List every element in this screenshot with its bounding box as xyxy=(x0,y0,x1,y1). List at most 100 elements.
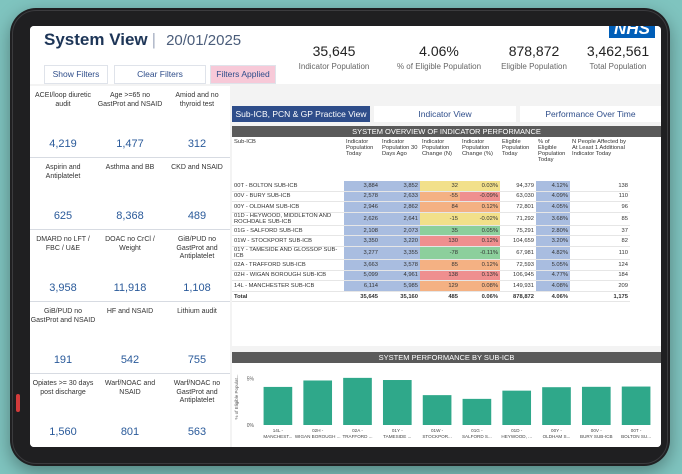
tile-dmard[interactable]: DMARD no LFT / FBC / U&E 3,958 xyxy=(30,236,96,294)
tile-ckd-nsaid[interactable]: CKD and NSAID 489 xyxy=(164,164,230,222)
table-row[interactable]: 02H - WIGAN BOROUGH SUB-ICB 5,099 4,961 138… xyxy=(232,270,630,282)
tile-title: DOAC no CrCl / Weight xyxy=(105,236,155,252)
col-header[interactable]: Indicator Population Change (N) xyxy=(420,137,460,181)
table-cell: 3.68% xyxy=(536,212,570,226)
table-cell: 3.20% xyxy=(536,235,570,247)
col-header[interactable]: Sub-ICB xyxy=(232,137,344,181)
col-header[interactable]: N People Affected by At Least 1 Addition… xyxy=(570,137,630,181)
tab-sub-icb-view[interactable]: Sub-ICB, PCN & GP Practice View xyxy=(232,106,370,122)
table-header-row: Sub-ICB Indicator Population Today Indic… xyxy=(232,137,630,181)
chart-bar[interactable] xyxy=(343,377,372,425)
tile-asthma-bb[interactable]: Asthma and BB 8,368 xyxy=(97,164,163,222)
col-header[interactable]: Indicator Population 30 Days Ago xyxy=(380,137,420,181)
x-tick-label: 01D - xyxy=(511,428,523,433)
tile-gib-antiplatelet[interactable]: GiB/PUD no GastProt and Antiplatelet 1,10… xyxy=(164,236,230,294)
table-cell: 5,985 xyxy=(380,280,420,292)
kpi-label: Indicator Population xyxy=(298,62,370,71)
table-cell: 2,633 xyxy=(380,191,420,203)
x-tick-label: BOLTON SU... xyxy=(621,434,651,439)
tile-aspirin[interactable]: Aspirin and Antiplatelet 625 xyxy=(30,164,96,222)
page-title: System View | 20/01/2025 xyxy=(44,30,241,50)
show-filters-button[interactable]: Show Filters xyxy=(44,65,108,84)
kpi-value: 3,462,561 xyxy=(586,43,650,59)
tile-value: 542 xyxy=(120,354,140,366)
table-cell: 0.08% xyxy=(460,280,500,292)
x-tick-label: WIGAN BOROUGH ... xyxy=(295,434,341,439)
y-axis-label: % of Eligible Populat... xyxy=(234,374,239,419)
table-cell: 0.13% xyxy=(460,270,500,282)
table-cell: 96 xyxy=(570,201,630,213)
tile-value: 801 xyxy=(120,426,140,438)
table-cell: 138 xyxy=(420,270,460,282)
table-cell: 4.08% xyxy=(536,280,570,292)
table-row[interactable]: 00V - BURY SUB-ICB 2,578 2,633 -55 -0.09% 63,… xyxy=(232,191,630,203)
x-tick-label: 02A - xyxy=(352,428,363,433)
tab-indicator-view[interactable]: Indicator View xyxy=(374,106,516,122)
tile-doac[interactable]: DOAC no CrCl / Weight 11,918 xyxy=(97,236,163,294)
table-cell: -78 xyxy=(420,246,460,260)
chart-bar[interactable] xyxy=(502,390,532,425)
tile-value: 625 xyxy=(53,210,73,222)
col-header[interactable]: % of Eligible Population Today xyxy=(536,137,570,181)
table-cell: 3,277 xyxy=(344,246,380,260)
table-row[interactable]: 14L - MANCHESTER SUB-ICB 6,114 5,985 129 0.0… xyxy=(232,280,630,292)
tile-value: 3,958 xyxy=(49,282,77,294)
tile-warf-antiplatelet[interactable]: Warf/NOAC no GastProt and Antiplatelet 56… xyxy=(164,380,230,438)
tile-warf-nsaid[interactable]: Warf/NOAC and NSAID 801 xyxy=(97,380,163,438)
table-cell: 110 xyxy=(570,191,630,203)
tile-lithium[interactable]: Lithium audit 755 xyxy=(164,308,230,366)
table-cell: 3,350 xyxy=(344,235,380,247)
table-cell: 149,931 xyxy=(500,280,536,292)
tile-gib-nsaid[interactable]: GiB/PUD no GastProt and NSAID 191 xyxy=(30,308,96,366)
table-row[interactable]: 00T - BOLTON SUB-ICB 3,884 3,852 32 0.03% 94,… xyxy=(232,181,630,192)
kpi-total-population: 3,462,561 Total Population xyxy=(578,43,658,71)
chart-bar[interactable] xyxy=(621,386,651,425)
table-cell: 4.12% xyxy=(536,181,570,192)
filters-applied-badge[interactable]: Filters Applied xyxy=(210,65,276,84)
x-tick-label: 00V - xyxy=(591,428,602,433)
table-cell: 2,626 xyxy=(344,212,380,226)
table-row[interactable]: 02A - TRAFFORD SUB-ICB 3,663 3,578 85 0.12% 7… xyxy=(232,259,630,271)
table-cell: 2,578 xyxy=(344,191,380,203)
row-label: 02A - TRAFFORD SUB-ICB xyxy=(232,259,344,271)
table-cell: 94,379 xyxy=(500,181,536,192)
total-cell: 485 xyxy=(420,290,460,303)
chart-bar[interactable] xyxy=(303,380,333,425)
clear-filters-button[interactable]: Clear Filters xyxy=(114,65,206,84)
chart-bar[interactable] xyxy=(422,395,452,425)
chart-bar[interactable] xyxy=(581,386,611,425)
table-cell: 138 xyxy=(570,181,630,192)
bar-chart: % of Eligible Populat... 5% 0% 14L -MANCHES… xyxy=(234,374,651,439)
table-cell: 2,862 xyxy=(380,201,420,213)
side-button[interactable] xyxy=(16,394,20,412)
tab-performance-over-time[interactable]: Performance Over Time xyxy=(520,106,661,122)
table-row[interactable]: 01Y - TAMESIDE AND GLOSSOP SUB-ICB 3,277 3… xyxy=(232,246,630,260)
table-cell: 4.09% xyxy=(536,191,570,203)
x-tick-label: HEYWOOD, ... xyxy=(501,434,532,439)
table-row[interactable]: 01D - HEYWOOD, MIDDLETON AND ROCHDALE SU… xyxy=(232,212,630,226)
table-row[interactable]: 00Y - OLDHAM SUB-ICB 2,946 2,862 84 0.12% 72,… xyxy=(232,201,630,213)
table-cell: 2,108 xyxy=(344,225,380,237)
table-row[interactable]: 01W - STOCKPORT SUB-ICB 3,350 3,220 130 0.12… xyxy=(232,235,630,247)
table-cell: -55 xyxy=(420,191,460,203)
tile-hf-nsaid[interactable]: HF and NSAID 542 xyxy=(97,308,163,366)
x-tick-label: 00Y - xyxy=(551,428,562,433)
y-tick-label: 0% xyxy=(247,423,255,429)
col-header[interactable]: Eligible Population Today xyxy=(500,137,536,181)
total-cell: 4.06% xyxy=(536,290,570,303)
table-cell: 129 xyxy=(420,280,460,292)
col-header[interactable]: Indicator Population Today xyxy=(344,137,380,181)
table-row[interactable]: 01G - SALFORD SUB-ICB 2,108 2,073 35 0.05% 75… xyxy=(232,225,630,237)
col-header[interactable]: Indicator Population Change (%) xyxy=(460,137,500,181)
row-label: 00T - BOLTON SUB-ICB xyxy=(232,181,344,192)
table-cell: 130 xyxy=(420,235,460,247)
chart-bar[interactable] xyxy=(542,387,571,425)
tile-age-65[interactable]: Age >=65 no GastProt and NSAID 1,477 xyxy=(97,92,163,150)
chart-bar[interactable] xyxy=(263,386,293,425)
tile-opiates[interactable]: Opiates >= 30 days post discharge 1,560 xyxy=(30,380,96,438)
chart-bar[interactable] xyxy=(382,380,412,425)
kpi-value: 4.06% xyxy=(419,43,459,59)
tile-acei-loop[interactable]: ACEI/loop diuretic audit 4,219 xyxy=(30,92,96,150)
tile-amiod[interactable]: Amiod and no thyroid test 312 xyxy=(164,92,230,150)
chart-bar[interactable] xyxy=(462,398,492,425)
